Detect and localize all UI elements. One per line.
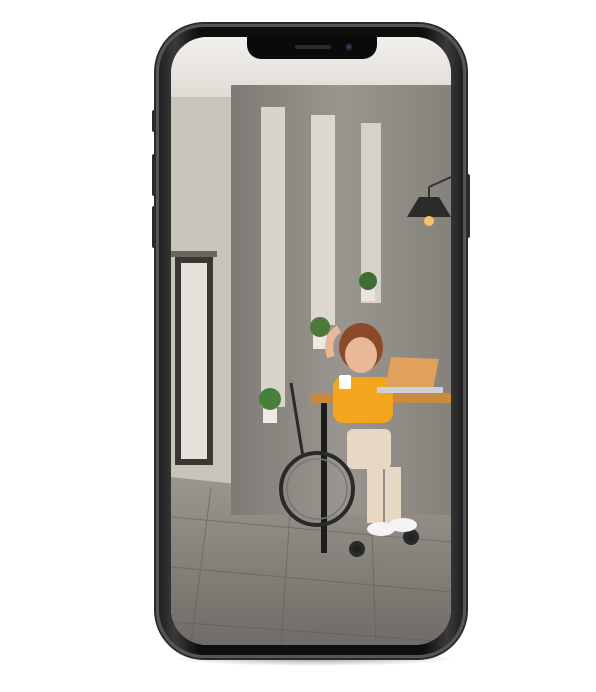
- power-button: [466, 174, 470, 238]
- volume-up-button: [152, 154, 156, 196]
- front-camera-icon: [345, 43, 353, 51]
- phone-frame: [152, 24, 470, 658]
- slit-1: [261, 107, 285, 407]
- door-frame: [171, 251, 217, 257]
- door-inner: [181, 263, 207, 459]
- notch: [247, 37, 377, 59]
- earpiece-speaker-icon: [295, 45, 331, 49]
- phone-screen: [171, 37, 451, 645]
- slit-2: [311, 115, 335, 325]
- cup: [339, 375, 351, 389]
- silent-switch: [152, 110, 156, 132]
- plant-top: [359, 272, 377, 301]
- desk-leg: [321, 403, 327, 553]
- screen-photo: [171, 37, 451, 645]
- volume-down-button: [152, 206, 156, 248]
